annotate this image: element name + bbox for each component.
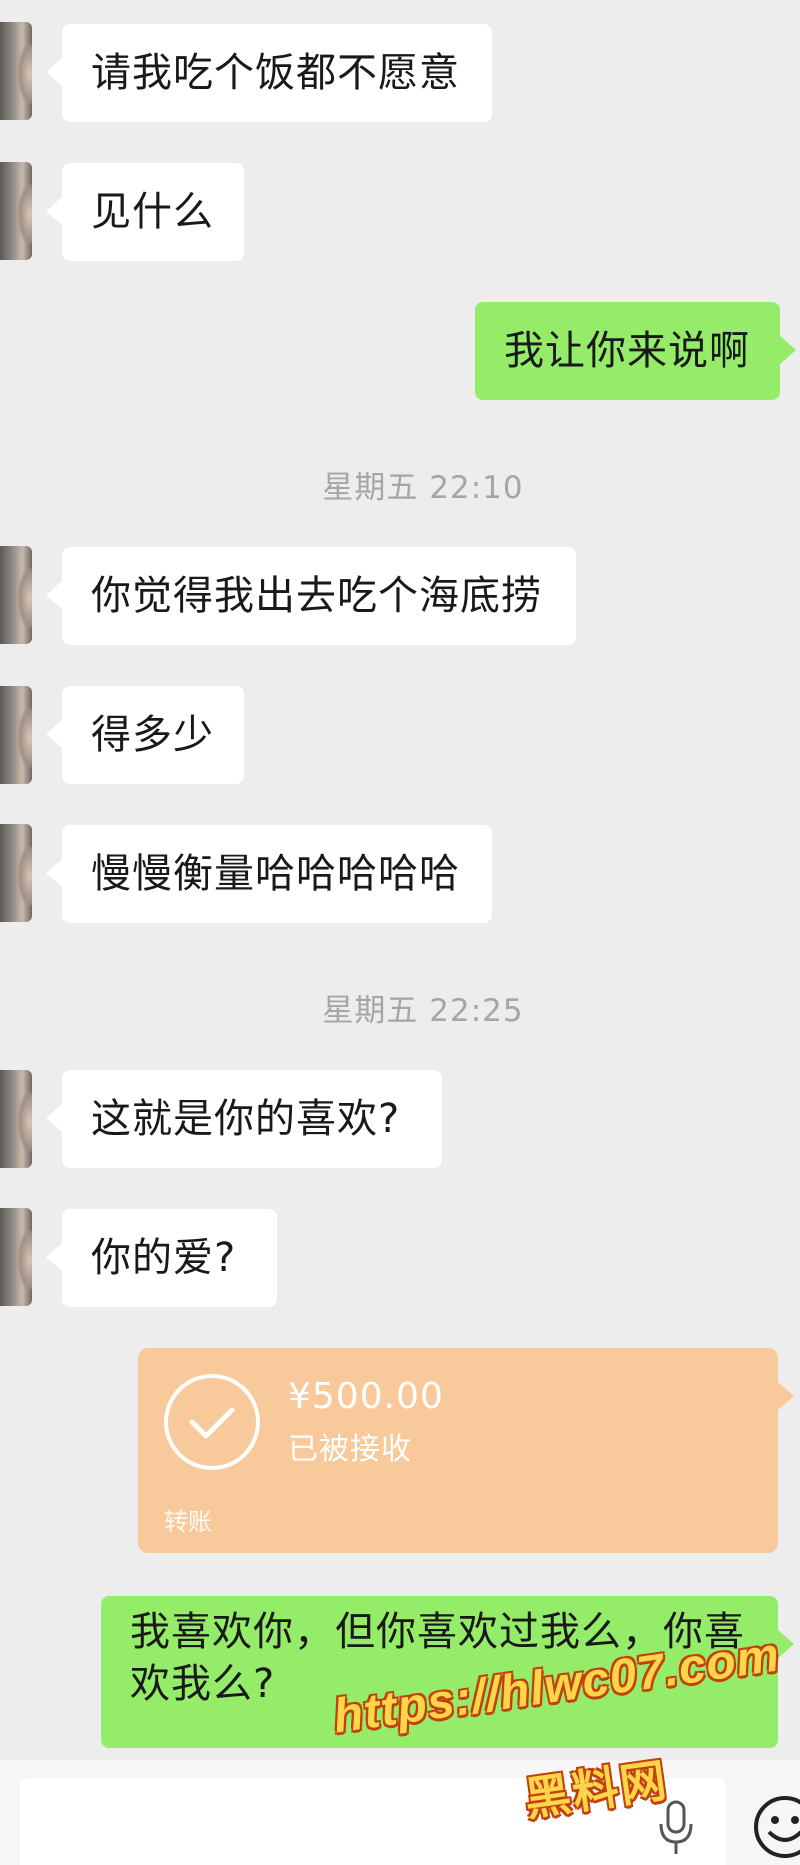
transfer-amount: ¥500.00 bbox=[288, 1376, 444, 1417]
message-text: 见什么 bbox=[91, 189, 214, 235]
contact-avatar[interactable] bbox=[0, 1070, 32, 1168]
message-text: 你的爱? bbox=[91, 1235, 237, 1281]
timestamp: 星期五 22:25 bbox=[322, 993, 524, 1029]
check-circle-icon bbox=[164, 1374, 260, 1470]
message-bubble-incoming[interactable]: 见什么 bbox=[46, 163, 244, 261]
message-text: 慢慢衡量哈哈哈哈哈 bbox=[91, 851, 460, 897]
timestamp: 星期五 22:10 bbox=[322, 470, 524, 506]
message-bubble-incoming[interactable]: 你觉得我出去吃个海底捞 bbox=[46, 547, 576, 645]
message-text: 请我吃个饭都不愿意 bbox=[91, 50, 460, 96]
contact-avatar[interactable] bbox=[0, 824, 32, 922]
contact-avatar[interactable] bbox=[0, 162, 32, 260]
message-text: 这就是你的喜欢? bbox=[91, 1096, 401, 1142]
contact-avatar[interactable] bbox=[0, 22, 32, 120]
emoji-icon[interactable] bbox=[752, 1794, 800, 1860]
contact-avatar[interactable] bbox=[0, 1208, 32, 1306]
message-bubble-incoming[interactable]: 慢慢衡量哈哈哈哈哈 bbox=[46, 825, 492, 923]
message-text: 我让你来说啊 bbox=[504, 328, 750, 374]
message-bubble-incoming[interactable]: 得多少 bbox=[46, 686, 244, 784]
contact-avatar[interactable] bbox=[0, 686, 32, 784]
transfer-status: 已被接收 bbox=[288, 1432, 412, 1467]
chat-input-bar bbox=[0, 1760, 800, 1865]
message-text: 你觉得我出去吃个海底捞 bbox=[91, 573, 542, 619]
message-bubble-incoming[interactable]: 请我吃个饭都不愿意 bbox=[46, 24, 492, 122]
message-text: 得多少 bbox=[91, 712, 214, 758]
transfer-card[interactable]: ¥500.00 已被接收 转账 bbox=[138, 1348, 794, 1553]
transfer-label: 转账 bbox=[164, 1508, 212, 1536]
message-bubble-incoming[interactable]: 这就是你的喜欢? bbox=[46, 1070, 442, 1168]
contact-avatar[interactable] bbox=[0, 546, 32, 644]
message-bubble-incoming[interactable]: 你的爱? bbox=[46, 1209, 277, 1307]
message-bubble-outgoing[interactable]: 我让你来说啊 bbox=[475, 302, 796, 400]
